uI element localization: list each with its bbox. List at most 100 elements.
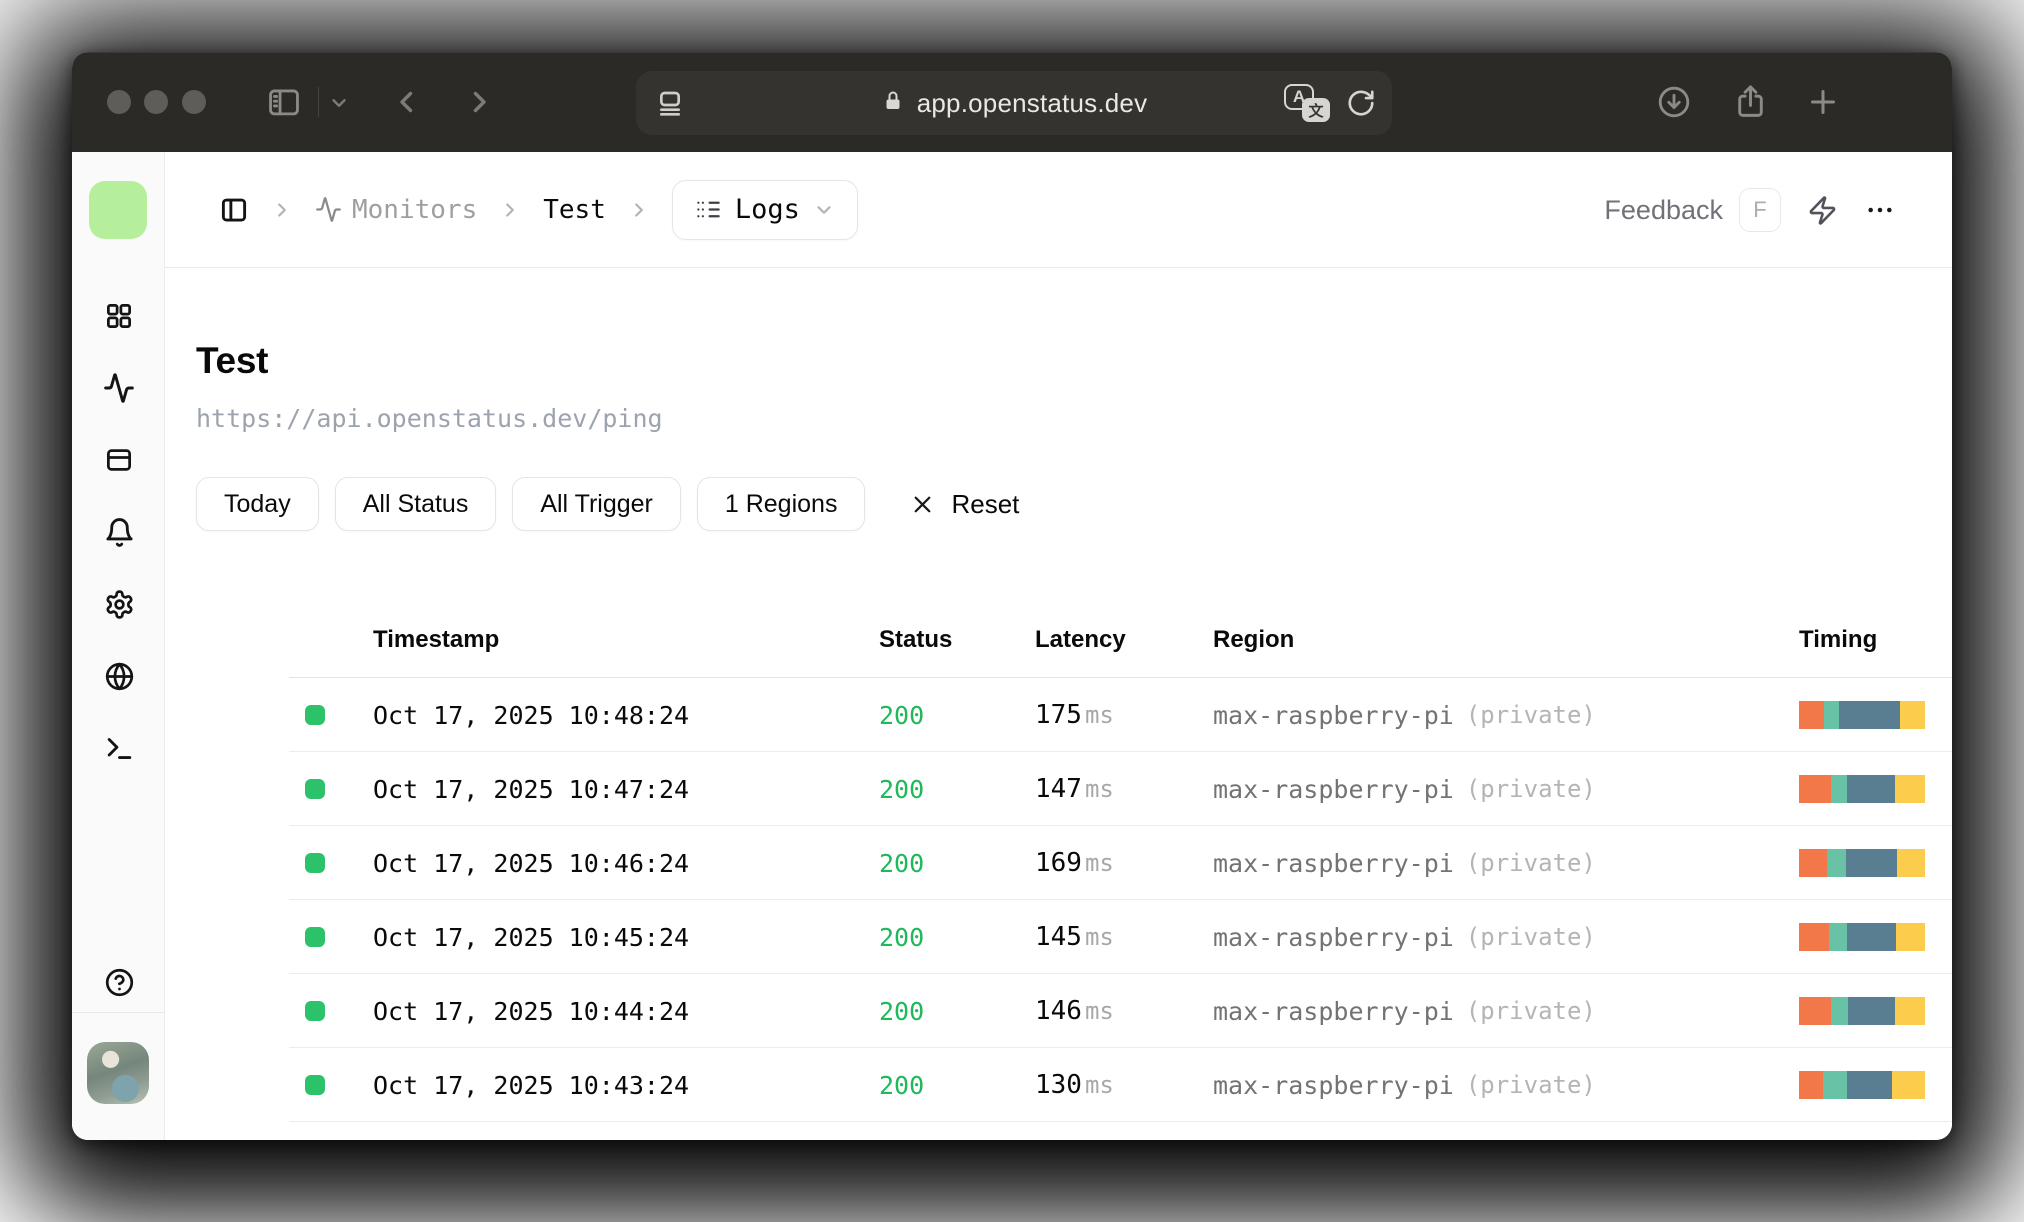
log-timestamp: Oct 17, 2025 10:43:24 [373,1070,690,1100]
log-latency-value: 169 [1035,848,1082,878]
timing-segment-3 [1846,1071,1893,1099]
user-avatar[interactable] [87,1042,149,1104]
sidebar-item-domains[interactable] [103,660,135,692]
breadcrumb-monitors[interactable]: Monitors [315,195,477,225]
log-timestamp: Oct 17, 2025 10:47:24 [373,774,690,804]
status-dot [305,853,325,873]
column-header-latency[interactable]: Latency [1035,602,1126,678]
chevron-right-icon [499,199,521,221]
screenshot: app.openstatus.dev A 文 Monitors Test Log… [0,0,2024,1222]
log-status-code: 200 [879,700,925,730]
timing-segment-1 [1799,923,1830,951]
workspace-logo[interactable] [89,181,147,239]
log-region: max-raspberry-pi [1213,774,1454,804]
timing-segment-4 [1897,849,1925,877]
address-bar[interactable]: app.openstatus.dev A 文 [636,71,1392,135]
panel-left-icon [221,198,247,221]
timing-segment-2 [1826,849,1846,877]
log-latency-value: 146 [1035,996,1082,1026]
reset-filters-button[interactable]: Reset [909,489,1019,520]
settings-gear-icon [106,589,132,619]
sidebar-item-notifications[interactable] [103,516,135,548]
chevron-down-icon [817,205,831,214]
app-header: Monitors Test Logs Feedback F [165,152,1952,268]
timing-segment-4 [1895,923,1925,951]
log-region-note: (private) [1465,923,1596,951]
timing-segment-1 [1799,1071,1823,1099]
close-button[interactable] [107,90,131,114]
timing-bar [1799,701,1925,729]
timing-segment-2 [1829,923,1847,951]
bell-icon [105,517,133,547]
log-status-code: 200 [879,774,925,804]
log-row[interactable]: Oct 17, 2025 10:44:24 200 146 ms max-ras… [289,974,1952,1048]
log-status-code: 200 [879,1070,925,1100]
zoom-button[interactable] [182,90,206,114]
minimize-button[interactable] [144,90,168,114]
log-timestamp: Oct 17, 2025 10:46:24 [373,848,690,878]
command-menu-button[interactable] [1807,195,1838,226]
column-header-region[interactable]: Region [1213,602,1294,678]
reload-icon[interactable] [1346,88,1376,118]
forward-button[interactable] [462,85,496,119]
timing-segment-1 [1799,997,1831,1025]
sidebar-divider [72,1012,164,1013]
sidebar-item-dashboard[interactable] [103,300,135,332]
panel-toggle-button[interactable] [219,195,249,225]
log-latency-unit: ms [1084,775,1114,803]
more-options-button[interactable] [1864,194,1896,226]
column-header-status[interactable]: Status [879,602,952,678]
activity-icon [104,373,134,403]
filter-status-button[interactable]: All Status [334,477,497,531]
logs-icon [697,201,720,218]
browser-window: app.openstatus.dev A 文 Monitors Test Log… [72,52,1952,1140]
log-latency-unit: ms [1084,923,1114,951]
timing-bar [1799,775,1925,803]
column-header-timestamp[interactable]: Timestamp [373,602,499,678]
status-dot [305,927,325,947]
log-latency-unit: ms [1084,701,1114,729]
chevron-down-icon[interactable] [328,92,350,114]
downloads-button[interactable] [1656,84,1692,120]
monitor-endpoint: https://api.openstatus.dev/ping [196,404,663,433]
log-row[interactable]: Oct 17, 2025 10:46:24 200 169 ms max-ras… [289,826,1952,900]
timing-segment-4 [1899,701,1925,729]
filter-trigger-button[interactable]: All Trigger [512,477,681,531]
timing-segment-3 [1846,923,1896,951]
url-text[interactable]: app.openstatus.dev [917,88,1148,119]
log-region-note: (private) [1465,775,1596,803]
share-button[interactable] [1732,83,1769,120]
back-button[interactable] [390,85,424,119]
globe-icon [105,662,133,690]
log-region: max-raspberry-pi [1213,700,1454,730]
lock-icon [881,89,905,118]
log-row[interactable]: Oct 17, 2025 10:45:24 200 145 ms max-ras… [289,900,1952,974]
breadcrumb-monitor-name[interactable]: Test [543,195,606,225]
sidebar-item-cli[interactable] [103,732,135,764]
feedback-button[interactable]: Feedback F [1604,188,1781,232]
log-row[interactable]: Oct 17, 2025 10:48:24 200 175 ms max-ras… [289,678,1952,752]
table-header-row: Timestamp Status Latency Region Timing [289,602,1952,678]
status-dot [305,1075,325,1095]
help-circle-icon [105,968,133,996]
log-row[interactable]: Oct 17, 2025 10:43:24 200 130 ms max-ras… [289,1048,1952,1122]
sidebar-item-settings[interactable] [103,588,135,620]
new-tab-button[interactable] [1805,84,1841,120]
sidebar-item-monitors[interactable] [103,372,135,404]
sidebar-toggle-icon[interactable] [265,83,303,121]
translate-icon[interactable]: A 文 [1284,84,1330,122]
log-timestamp: Oct 17, 2025 10:44:24 [373,996,690,1026]
log-latency-unit: ms [1084,997,1114,1025]
timing-segment-1 [1799,849,1827,877]
view-selector-button[interactable]: Logs [671,179,858,240]
table-body: Oct 17, 2025 10:48:24 200 175 ms max-ras… [289,678,1952,1122]
help-button[interactable] [103,966,135,998]
column-header-timing[interactable]: Timing [1799,602,1877,678]
filter-date-button[interactable]: Today [196,477,319,531]
filter-regions-button[interactable]: 1 Regions [696,477,866,531]
timing-bar [1799,923,1925,951]
x-icon [915,496,931,512]
log-region-note: (private) [1465,997,1596,1025]
log-row[interactable]: Oct 17, 2025 10:47:24 200 147 ms max-ras… [289,752,1952,826]
sidebar-item-status-pages[interactable] [103,444,135,476]
